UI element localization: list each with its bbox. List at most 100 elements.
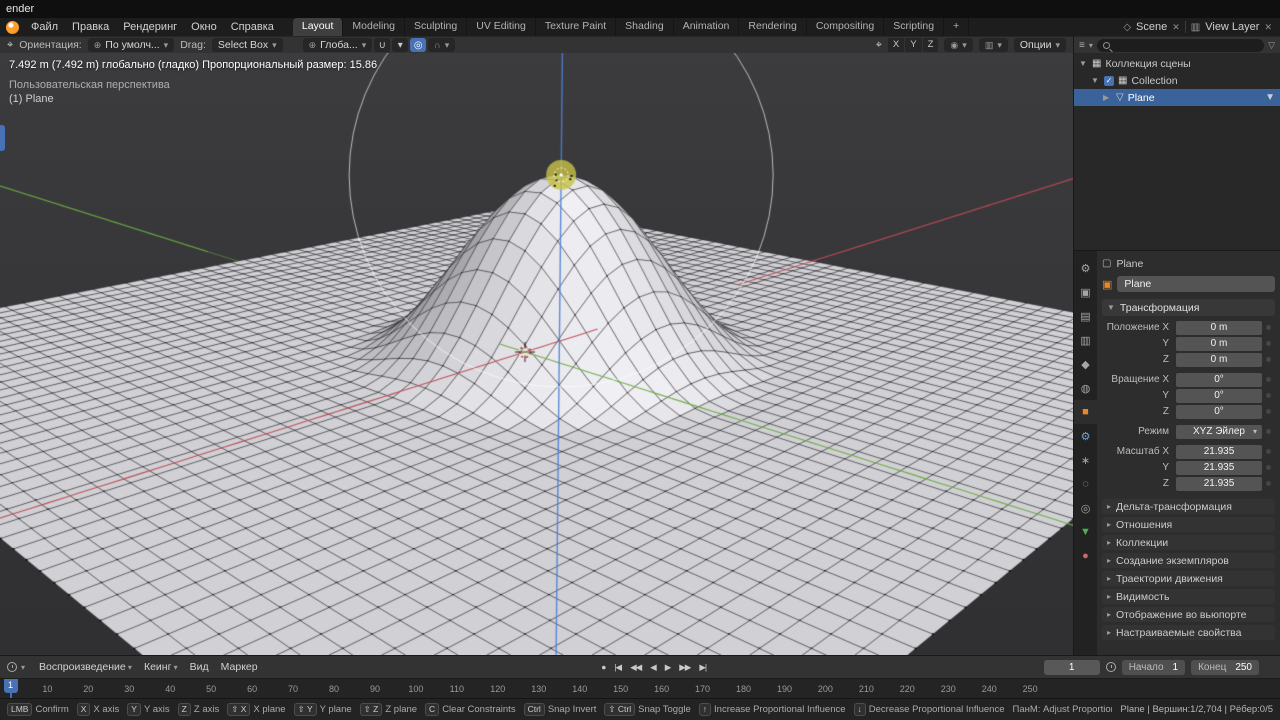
axis-toggle[interactable]: X bbox=[887, 38, 905, 52]
shading-dropdown[interactable]: ▥ ▾ bbox=[978, 38, 1008, 52]
timeline-editor-icon[interactable] bbox=[7, 662, 17, 672]
orientation-dropdown[interactable]: ⊕ По умолч... ▾ bbox=[87, 38, 175, 52]
value-field[interactable]: 0° bbox=[1176, 372, 1262, 387]
properties-tab[interactable]: ▼ bbox=[1074, 520, 1097, 544]
axis-toggle[interactable]: Y bbox=[905, 38, 922, 52]
move-tool-icon[interactable]: ⌖ bbox=[7, 39, 13, 52]
collapse-icon[interactable]: ▼ bbox=[1091, 76, 1100, 85]
collapse-icon[interactable]: ▼ bbox=[1079, 59, 1088, 68]
frame-end-field[interactable]: Конец 250 bbox=[1191, 659, 1259, 675]
transport-button[interactable]: ◀ bbox=[647, 661, 659, 674]
animate-dot-button[interactable] bbox=[1262, 481, 1274, 486]
workspace-tab[interactable]: Sculpting bbox=[405, 18, 468, 36]
axis-toggle[interactable]: Z bbox=[922, 38, 939, 52]
timeline-menu[interactable]: Кеинг bbox=[138, 661, 184, 673]
animate-dot-button[interactable] bbox=[1262, 449, 1274, 454]
animate-dot-button[interactable] bbox=[1262, 357, 1274, 362]
options-dropdown[interactable]: Опции ▾ bbox=[1013, 38, 1066, 52]
scene-selector[interactable]: Scene bbox=[1136, 21, 1167, 33]
properties-tab[interactable]: ⚙ bbox=[1074, 424, 1097, 448]
panel-header-collapsed[interactable]: Траектории движения bbox=[1102, 571, 1275, 586]
timeline-menu[interactable]: Маркер bbox=[215, 661, 264, 673]
properties-tab[interactable]: ◆ bbox=[1074, 352, 1097, 376]
playhead[interactable]: 1 bbox=[3, 679, 18, 698]
properties-tab[interactable]: ∗ bbox=[1074, 448, 1097, 472]
value-field[interactable]: 21.935 bbox=[1176, 444, 1262, 459]
transport-button[interactable]: ◀◀ bbox=[627, 661, 644, 674]
object-name-field[interactable]: Plane bbox=[1117, 276, 1275, 292]
transport-button[interactable]: ▶ bbox=[662, 661, 674, 674]
properties-tab[interactable]: ◌ bbox=[1074, 472, 1097, 496]
proportional-editing-toggle[interactable]: ◎ bbox=[410, 38, 427, 52]
unlink-view-layer-icon[interactable]: ✕ bbox=[1264, 22, 1272, 33]
animate-dot-button[interactable] bbox=[1262, 377, 1274, 382]
properties-tab[interactable]: ⚙ bbox=[1074, 256, 1097, 280]
workspace-tab[interactable]: Modeling bbox=[343, 18, 406, 36]
transport-button[interactable]: ▶| bbox=[696, 661, 709, 674]
frame-start-field[interactable]: Начало 1 bbox=[1121, 659, 1186, 675]
workspace-tab[interactable]: Texture Paint bbox=[536, 18, 617, 36]
value-field[interactable]: XYZ Эйлер bbox=[1176, 424, 1262, 439]
toolbar-collapsed-handle[interactable] bbox=[0, 125, 5, 151]
current-frame-field[interactable]: 1 bbox=[1043, 659, 1100, 675]
filter-icon[interactable]: ▽ bbox=[1268, 40, 1275, 51]
properties-tab[interactable]: ◍ bbox=[1074, 376, 1097, 400]
transport-button[interactable]: |◀ bbox=[611, 661, 624, 674]
menu-item[interactable]: Окно bbox=[184, 21, 224, 33]
animate-dot-button[interactable] bbox=[1262, 393, 1274, 398]
animate-dot-button[interactable] bbox=[1262, 465, 1274, 470]
blender-logo-icon[interactable] bbox=[6, 20, 19, 34]
properties-tab[interactable]: ▤ bbox=[1074, 304, 1097, 328]
workspace-tab[interactable]: Scripting bbox=[884, 18, 945, 36]
value-field[interactable]: 0° bbox=[1176, 388, 1262, 403]
properties-tab[interactable]: ■ bbox=[1074, 400, 1097, 424]
window-titlebar[interactable]: ender bbox=[0, 0, 1280, 18]
panel-header-transform[interactable]: ▼ Трансформация bbox=[1102, 299, 1275, 316]
workspace-tab[interactable]: Rendering bbox=[739, 18, 807, 36]
workspace-tab[interactable]: Shading bbox=[616, 18, 674, 36]
transform-orientation-dropdown[interactable]: ⊕ Глоба... ▾ bbox=[302, 38, 373, 52]
outliner-editor-icon[interactable]: ≡ bbox=[1079, 40, 1085, 51]
expand-icon[interactable]: ▶ bbox=[1103, 93, 1112, 102]
value-field[interactable]: 21.935 bbox=[1176, 460, 1262, 475]
unlink-scene-icon[interactable]: ✕ bbox=[1172, 22, 1180, 33]
menu-item[interactable]: Файл bbox=[24, 21, 65, 33]
panel-header-collapsed[interactable]: Дельта-трансформация bbox=[1102, 499, 1275, 514]
panel-header-collapsed[interactable]: Коллекции bbox=[1102, 535, 1275, 550]
overlays-dropdown[interactable]: ◉ ▾ bbox=[944, 38, 973, 52]
animate-dot-button[interactable] bbox=[1262, 341, 1274, 346]
panel-header-collapsed[interactable]: Создание экземпляров bbox=[1102, 553, 1275, 568]
animate-dot-button[interactable] bbox=[1262, 429, 1274, 434]
value-field[interactable]: 0 m bbox=[1176, 320, 1262, 335]
outliner-row-plane[interactable]: ▶ ▽ Plane ▼ bbox=[1074, 89, 1280, 106]
outliner-row-collection[interactable]: ▼ ✓ ▦ Collection bbox=[1074, 72, 1280, 89]
panel-header-collapsed[interactable]: Видимость bbox=[1102, 589, 1275, 604]
outliner-search-input[interactable] bbox=[1096, 38, 1265, 52]
properties-tab[interactable]: ● bbox=[1074, 544, 1097, 568]
timeline-menu[interactable]: Воспроизведение bbox=[33, 661, 138, 673]
viewport-3d[interactable] bbox=[0, 53, 1073, 655]
mesh-data-icon[interactable]: ▼ bbox=[1265, 92, 1275, 103]
animate-dot-button[interactable] bbox=[1262, 325, 1274, 330]
snap-magnet-toggle[interactable]: ∪ bbox=[374, 38, 391, 52]
menu-item[interactable]: Справка bbox=[224, 21, 281, 33]
drag-dropdown[interactable]: Select Box ▾ bbox=[211, 38, 283, 52]
panel-header-collapsed[interactable]: Отношения bbox=[1102, 517, 1275, 532]
gizmo-icon[interactable]: ⌖ bbox=[876, 39, 882, 52]
panel-header-collapsed[interactable]: Настраиваемые свойства bbox=[1102, 625, 1275, 640]
menu-item[interactable]: Правка bbox=[65, 21, 116, 33]
view-layer-selector[interactable]: View Layer bbox=[1205, 21, 1259, 33]
timeline-menu[interactable]: Вид bbox=[184, 661, 215, 673]
outliner-row-scene-collection[interactable]: ▼ ▦ Коллекция сцены bbox=[1074, 55, 1280, 72]
transport-button[interactable]: ▶▶ bbox=[676, 661, 693, 674]
properties-tab[interactable]: ▣ bbox=[1074, 280, 1097, 304]
workspace-tab[interactable]: + bbox=[944, 18, 970, 36]
value-field[interactable]: 0 m bbox=[1176, 336, 1262, 351]
panel-header-collapsed[interactable]: Отображение во вьюпорте bbox=[1102, 607, 1275, 622]
workspace-tab[interactable]: UV Editing bbox=[467, 18, 536, 36]
value-field[interactable]: 21.935 bbox=[1176, 476, 1262, 491]
properties-tab[interactable]: ▥ bbox=[1074, 328, 1097, 352]
falloff-dropdown[interactable]: ∩ ▾ bbox=[428, 38, 456, 52]
timeline-ruler[interactable]: 1 10 20 30 40 50 60 70 80 90 100 110 120 130 140 150 16… bbox=[0, 678, 1280, 698]
collection-checkbox[interactable]: ✓ bbox=[1104, 75, 1114, 86]
